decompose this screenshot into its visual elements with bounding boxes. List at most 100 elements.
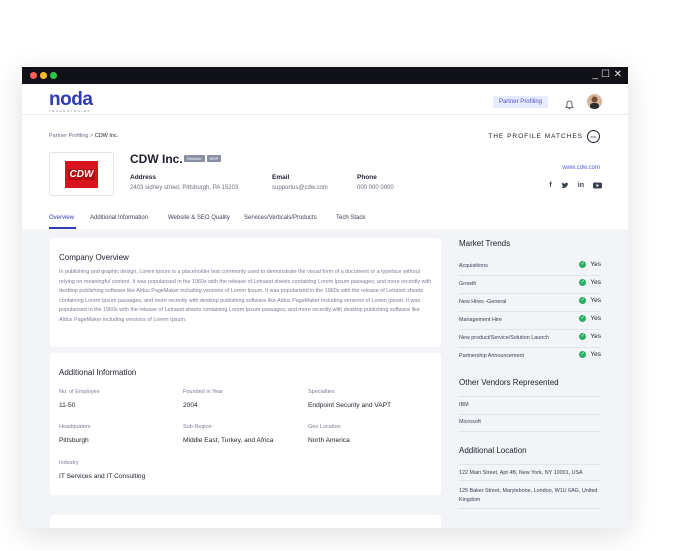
employees-label: No. of Employee xyxy=(59,389,100,395)
trend-row: Management Hire ✓ Yes xyxy=(459,311,601,330)
tab-services-verticals-products[interactable]: Services/Verticals/Products xyxy=(244,215,317,221)
twitter-icon[interactable] xyxy=(561,182,569,191)
profile-matches-label: THE PROFILE MATCHES xyxy=(488,133,583,140)
tab-overview[interactable]: Overview xyxy=(49,215,74,221)
location-row: 125 Baker Street, Marylebone, London, W1… xyxy=(459,483,601,509)
facebook-icon[interactable]: f xyxy=(549,182,551,191)
bell-icon[interactable] xyxy=(565,97,574,115)
trend-value-text: Yes xyxy=(590,351,601,358)
company-overview-text: In publishing and graphic design, Lorem … xyxy=(59,269,432,323)
trend-value: ✓ Yes xyxy=(579,261,601,268)
founded-label: Founded in Year xyxy=(183,389,224,395)
trend-value: ✓ Yes xyxy=(579,297,601,304)
additional-information-title: Additional Information xyxy=(59,368,137,377)
check-circle-icon: ✓ xyxy=(579,333,587,340)
social-links: f in xyxy=(549,182,602,191)
vendor-name: IBM xyxy=(459,402,469,408)
vendor-name: Microsoft xyxy=(459,419,481,425)
breadcrumb: Partner Profiling > CDW Inc. xyxy=(49,133,118,139)
tab-tech-stack[interactable]: Tech Stack xyxy=(336,215,365,221)
company-header: Partner Profiling > CDW Inc. THE PROFILE… xyxy=(22,115,628,205)
youtube-icon[interactable] xyxy=(593,182,602,191)
headquarters-label: Headquaters xyxy=(59,424,91,430)
vendor-row: IBM xyxy=(459,396,601,415)
location-address: 125 Baker Street, Marylebone, London, W1… xyxy=(459,488,598,503)
industry-label: Industry xyxy=(59,460,79,466)
trend-value: ✓ Yes xyxy=(579,333,601,340)
check-circle-icon: ✓ xyxy=(579,351,587,358)
user-avatar[interactable] xyxy=(587,94,602,109)
cdw-logo-text: CDW xyxy=(67,168,96,180)
reseller-badge: Reseller xyxy=(184,155,205,162)
geo-location-value: North America xyxy=(308,437,350,444)
trend-label: Management Hire xyxy=(459,317,502,323)
company-overview-title: Company Overview xyxy=(59,253,129,262)
trend-row: Acquisitions ✓ Yes xyxy=(459,257,601,276)
headquarters-value: Pittsburgh xyxy=(59,437,89,444)
noda-logo[interactable]: noda TECHNOLOGIES xyxy=(49,89,93,113)
partner-profiling-button[interactable]: Partner Profiling xyxy=(492,96,548,108)
minimize-icon[interactable]: _ xyxy=(592,68,598,82)
address-label: Address xyxy=(130,174,157,181)
location-address: 122 Main Street, Apt 4B, New York, NY 10… xyxy=(459,470,583,476)
logo-text: noda xyxy=(49,89,93,110)
trend-value-text: Yes xyxy=(590,315,601,322)
trend-label: New Hires -General xyxy=(459,299,507,305)
address-value: 2403 sidney street, Pittsburgh, PA 15203 xyxy=(130,185,239,191)
profile-tabs: Overview Additional Information Website … xyxy=(22,208,628,230)
website-link[interactable]: www.cdw.com xyxy=(562,165,600,171)
employees-value: 11-50 xyxy=(59,402,76,409)
founded-value: 2004 xyxy=(183,402,198,409)
trend-label: New product/Service/Solution Launch xyxy=(459,335,549,341)
logo-subtext: TECHNOLOGIES xyxy=(49,109,91,113)
email-value[interactable]: supportus@cdw.com xyxy=(272,185,328,191)
email-label: Email xyxy=(272,174,290,181)
trend-value: ✓ Yes xyxy=(579,315,601,322)
next-section-card xyxy=(50,515,441,528)
close-icon[interactable]: ✕ xyxy=(614,68,622,82)
phone-label: Phone xyxy=(357,174,377,181)
trend-row: Partnership Announcement ✓ Yes xyxy=(459,347,601,365)
trend-label: Growth xyxy=(459,281,477,287)
industry-value: IT Services and IT Consulting xyxy=(59,473,146,480)
location-row: 122 Main Street, Apt 4B, New York, NY 10… xyxy=(459,464,601,481)
trend-row: Growth ✓ Yes xyxy=(459,275,601,294)
sub-region-value: Middle East, Turkey, and Africa xyxy=(183,437,274,444)
minimize-dot[interactable] xyxy=(40,72,47,79)
top-navigation: noda TECHNOLOGIES Partner Profiling xyxy=(22,84,628,115)
main-content: Company Overview In publishing and graph… xyxy=(22,229,628,528)
additional-information-card: Additional Information No. of Employee 1… xyxy=(50,353,441,495)
maximize-dot[interactable] xyxy=(50,72,57,79)
cdw-logo-mark: CDW xyxy=(65,160,98,188)
trend-label: Partnership Announcement xyxy=(459,353,525,359)
market-trends-title: Market Trends xyxy=(459,239,511,248)
phone-value: 000 000 0000 xyxy=(357,185,394,191)
company-overview-card: Company Overview In publishing and graph… xyxy=(50,238,441,347)
trend-value: ✓ Yes xyxy=(579,279,601,286)
check-circle-icon: ✓ xyxy=(579,279,587,286)
vendor-row: Microsoft xyxy=(459,414,601,432)
trend-value-text: Yes xyxy=(590,279,601,286)
trend-value-text: Yes xyxy=(590,297,601,304)
profile-matches: THE PROFILE MATCHES 60% xyxy=(488,130,600,143)
close-dot[interactable] xyxy=(30,72,37,79)
check-circle-icon: ✓ xyxy=(579,315,587,322)
browser-window: _ ☐ ✕ noda TECHNOLOGIES Partner Profilin… xyxy=(22,67,628,528)
restore-icon[interactable]: ☐ xyxy=(601,68,610,82)
trend-value-text: Yes xyxy=(590,261,601,268)
other-vendors-title: Other Vendors Represented xyxy=(459,378,559,387)
breadcrumb-current: CDW Inc. xyxy=(94,133,119,139)
profile-matches-value: 60% xyxy=(587,130,600,143)
title-bar: _ ☐ ✕ xyxy=(22,67,628,84)
tab-website-seo-quality[interactable]: Website & SEO Quality xyxy=(168,215,230,221)
trend-value-text: Yes xyxy=(590,333,601,340)
breadcrumb-parent[interactable]: Partner Profiling xyxy=(49,133,88,139)
specialties-label: Specialties xyxy=(308,389,335,395)
check-circle-icon: ✓ xyxy=(579,261,587,268)
tab-additional-information[interactable]: Additional Information xyxy=(90,215,148,221)
trend-label: Acquisitions xyxy=(459,263,488,269)
sub-region-label: Sub Region xyxy=(183,424,212,430)
linkedin-icon[interactable]: in xyxy=(578,182,584,191)
breadcrumb-separator: > xyxy=(89,133,94,139)
check-circle-icon: ✓ xyxy=(579,297,587,304)
